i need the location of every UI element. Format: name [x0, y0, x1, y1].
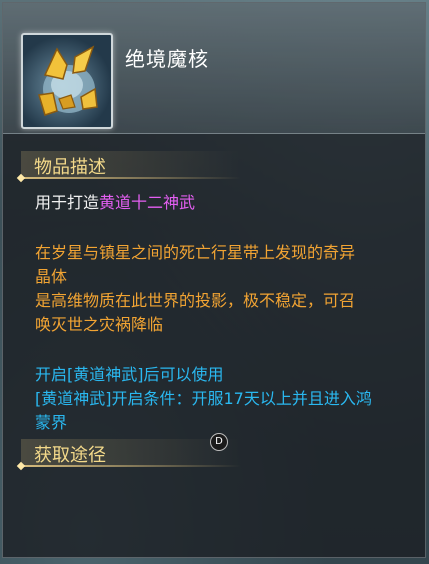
lore-line-3: 是高维物质在此世界的投影，极不稳定，可召: [35, 291, 356, 310]
requirement-line-1: 开启[黄道神武]后可以使用: [35, 365, 224, 384]
requirement-line-3: 蒙界: [35, 413, 68, 432]
description-section-header: 物品描述: [16, 151, 241, 183]
item-icon-slot: [21, 33, 113, 129]
item-name: 绝境魔核: [125, 47, 209, 71]
acquire-section-header: 获取途径: [16, 439, 241, 471]
use-target: 黄道十二神武: [99, 193, 196, 212]
use-prefix: 用于打造: [35, 193, 100, 212]
item-tooltip: 绝境魔核 物品描述 用于打造黄道十二神武 在岁星与镇星之间的死亡行星带上发现的奇…: [2, 2, 426, 558]
tooltip-header: 绝境魔核: [3, 3, 425, 134]
cursor-marker: D: [210, 433, 228, 451]
lore-line-2: 晶体: [35, 267, 68, 286]
lore-line-4: 唤灭世之灾祸降临: [35, 315, 164, 334]
lore-line-1: 在岁星与镇星之间的死亡行星带上发现的奇异: [35, 243, 356, 262]
demon-core-icon: [38, 45, 98, 116]
description-section-title: 物品描述: [34, 157, 106, 178]
requirement-line-2: [黄道神武]开启条件：开服17天以上并且进入鸿: [35, 389, 372, 408]
acquire-section-title: 获取途径: [34, 445, 106, 466]
use-line: 用于打造黄道十二神武: [35, 189, 195, 213]
